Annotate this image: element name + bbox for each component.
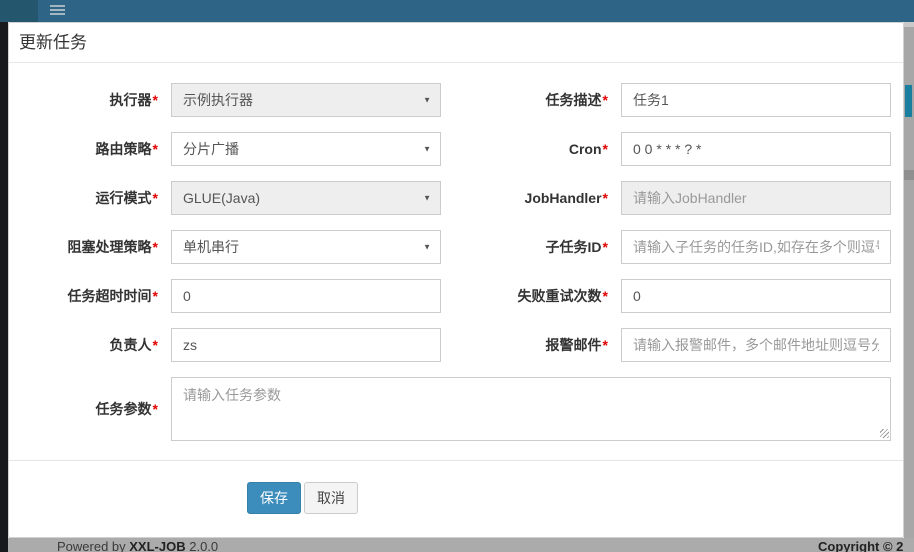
field-label-child-jobid: 子任务ID* [449,230,613,264]
job-desc-input[interactable] [621,83,891,117]
cron-input[interactable] [621,132,891,166]
update-task-modal: 更新任务 执行器* 示例执行器 ▼ 任务描述* 路由策略* 分片广播 ▼ Cron* 运行模式*… [8,22,904,538]
hamburger-bar [50,5,65,7]
scrollbar-dark-band [904,170,914,180]
scrollbar-track-top [904,22,914,27]
route-strategy-select[interactable]: 分片广播 ▼ [171,132,441,166]
footer-powered-by: Powered by XXL-JOB 2.0.0 [57,539,218,552]
top-navbar [0,0,914,22]
required-asterisk: * [153,190,158,206]
field-label-timeout: 任务超时时间* [9,279,163,313]
required-asterisk: * [603,337,608,353]
required-asterisk: * [603,239,608,255]
fail-retry-input[interactable] [621,279,891,313]
resize-handle-icon[interactable] [880,429,889,438]
block-strategy-selected-value: 单机串行 [183,237,239,257]
field-label-route-strategy: 路由策略* [9,132,163,166]
alarm-email-input[interactable] [621,328,891,362]
footer-copyright: Copyright © 2 [818,539,903,552]
page-footer: Powered by XXL-JOB 2.0.0 Copyright © 2 [8,538,914,552]
save-button[interactable]: 保存 [247,482,301,514]
field-label-job-desc: 任务描述* [449,83,613,117]
field-label-author: 负责人* [9,328,163,362]
author-input[interactable] [171,328,441,362]
required-asterisk: * [153,239,158,255]
field-label-cron: Cron* [449,132,613,166]
task-form: 执行器*示例执行器▼任务描述*路由策略*分片广播▼Cron*运行模式*GLUE(… [9,63,903,441]
chevron-down-icon: ▼ [423,145,431,154]
child-jobid-input[interactable] [621,230,891,264]
timeout-input[interactable] [171,279,441,313]
required-asterisk: * [603,190,608,206]
glue-type-select[interactable]: GLUE(Java) ▼ [171,181,441,215]
page-scrollbar[interactable] [904,22,914,538]
cancel-button[interactable]: 取消 [304,482,358,514]
job-handler-input[interactable] [621,181,891,215]
sidebar-backdrop [0,22,8,552]
chevron-down-icon: ▼ [423,96,431,105]
required-asterisk: * [603,288,608,304]
required-asterisk: * [603,141,608,157]
field-label-job-handler: JobHandler* [449,181,613,215]
executor-selected-value: 示例执行器 [183,90,253,110]
required-asterisk: * [153,337,158,353]
job-param-textarea-wrap [171,377,891,441]
screen: Powered by XXL-JOB 2.0.0 Copyright © 2 更… [0,0,914,552]
required-asterisk: * [153,141,158,157]
field-label-fail-retry: 失败重试次数* [449,279,613,313]
block-strategy-select[interactable]: 单机串行 ▼ [171,230,441,264]
modal-title: 更新任务 [9,23,903,63]
field-label-job-param: 任务参数* [9,377,163,441]
glue-type-selected-value: GLUE(Java) [183,190,260,206]
field-label-block-strategy: 阻塞处理策略* [9,230,163,264]
route-strategy-selected-value: 分片广播 [183,139,239,159]
field-label-executor: 执行器* [9,83,163,117]
scrollbar-blue-fragment [905,85,912,117]
required-asterisk: * [153,288,158,304]
required-asterisk: * [153,92,158,108]
required-asterisk: * [603,92,608,108]
footer-brand: XXL-JOB [129,539,185,552]
modal-footer-divider [9,460,903,461]
job-param-textarea[interactable] [171,377,891,441]
hamburger-menu-icon[interactable] [50,5,65,18]
field-label-glue-type: 运行模式* [9,181,163,215]
chevron-down-icon: ▼ [423,243,431,252]
chevron-down-icon: ▼ [423,194,431,203]
hamburger-bar [50,9,65,11]
navbar-logo-area [0,0,38,22]
required-asterisk: * [153,401,158,417]
executor-select[interactable]: 示例执行器 ▼ [171,83,441,117]
field-label-alarm-email: 报警邮件* [449,328,613,362]
hamburger-bar [50,13,65,15]
